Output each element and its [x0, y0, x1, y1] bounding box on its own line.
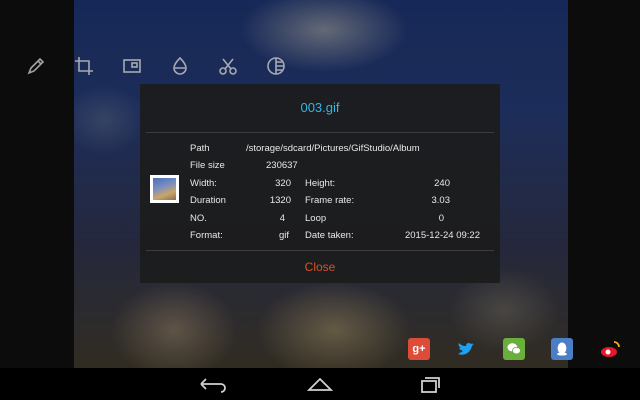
format-row: Format: gif Date taken: 2015-12-24 09:22 [140, 227, 500, 244]
loop-label: Loop [305, 213, 327, 224]
width-label: Width: [190, 178, 217, 189]
filesize-row: File size 230637 [140, 157, 500, 174]
wechat-share-icon[interactable] [503, 338, 525, 360]
back-icon[interactable] [197, 374, 227, 394]
effects-icon[interactable] [252, 54, 300, 78]
height-label: Height: [305, 178, 336, 189]
title-divider [146, 132, 494, 133]
close-button[interactable]: Close [140, 251, 500, 283]
recent-apps-icon[interactable] [414, 374, 444, 394]
duration-row: Duration 1320 Frame rate: 3.03 [140, 192, 500, 209]
dialog-title: 003.gif [300, 100, 340, 115]
duration-label: Duration [190, 195, 226, 206]
qq-share-icon[interactable] [551, 338, 573, 360]
width-value: 320 [275, 178, 291, 189]
path-value: /storage/sdcard/Pictures/GifStudio/Album [246, 143, 420, 154]
number-label: NO. [190, 213, 207, 224]
framerate-value: 3.03 [431, 195, 451, 206]
pencil-icon[interactable] [12, 54, 60, 78]
date-value: 2015-12-24 09:22 [404, 230, 480, 241]
frame-icon[interactable] [108, 54, 156, 78]
edit-toolbar [12, 54, 300, 78]
framerate-label: Frame rate: [305, 195, 355, 206]
duration-value: 1320 [269, 195, 291, 206]
weibo-share-icon[interactable] [599, 338, 621, 360]
height-value: 240 [434, 178, 450, 189]
loop-value: 0 [438, 213, 444, 224]
format-value: gif [278, 230, 289, 241]
brightness-icon[interactable] [156, 54, 204, 78]
twitter-share-icon[interactable] [455, 338, 477, 360]
google-plus-label: g+ [412, 343, 426, 355]
number-value: 4 [279, 213, 285, 224]
filesize-label: File size [190, 160, 225, 171]
crop-icon[interactable] [60, 54, 108, 78]
path-row: Path /storage/sdcard/Pictures/GifStudio/… [140, 140, 500, 157]
google-plus-share-icon[interactable]: g+ [408, 338, 430, 360]
file-info-dialog: 003.gif Path /storage/sdcard/Pictures/Gi… [140, 84, 500, 283]
scissors-icon[interactable] [204, 54, 252, 78]
right-margin [568, 0, 640, 368]
width-row: Width: 320 Height: 240 [140, 175, 500, 192]
path-label: Path [190, 143, 210, 154]
home-icon[interactable] [305, 374, 335, 394]
filesize-value: 230637 [266, 160, 298, 171]
number-row: NO. 4 Loop 0 [140, 210, 500, 227]
date-label: Date taken: [305, 230, 354, 241]
navigation-bar [0, 368, 640, 400]
format-label: Format: [190, 230, 223, 241]
